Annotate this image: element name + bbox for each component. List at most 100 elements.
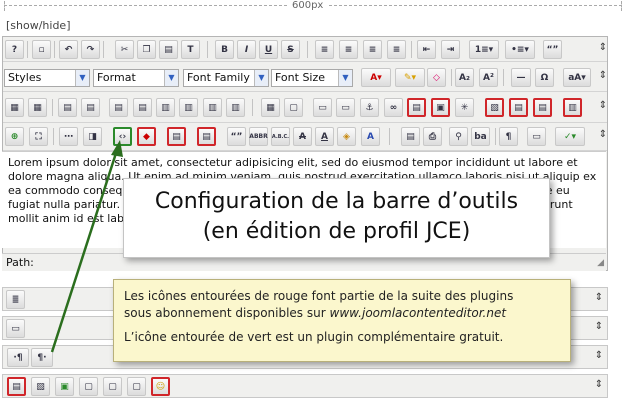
align-right-icon[interactable]: ≡	[387, 40, 406, 59]
delete-text-icon[interactable]: A	[293, 127, 312, 146]
image-manager-icon[interactable]: ▧	[485, 98, 504, 117]
row-after-icon[interactable]: ▤	[81, 98, 100, 117]
paste-icon[interactable]: ▤	[159, 40, 178, 59]
special-char-button[interactable]: Ω	[535, 68, 554, 87]
emoticons-icon[interactable]: ☺	[151, 377, 170, 396]
frame-icon[interactable]: ▢	[127, 377, 146, 396]
resize-grip-icon[interactable]: ◢	[597, 258, 604, 268]
template-manager-icon[interactable]: ▤	[509, 98, 528, 117]
replace-icon[interactable]: ba	[471, 127, 490, 146]
quote-mark-button[interactable]: “”	[227, 127, 246, 146]
form-plugin-icon[interactable]: ▤	[197, 127, 216, 146]
article-plugin-icon[interactable]: ▤	[7, 377, 26, 396]
insert-table-icon[interactable]: ▦	[261, 98, 280, 117]
shapes-plugin-icon[interactable]: ◆	[137, 127, 156, 146]
iframe-icon[interactable]: ▭	[336, 98, 355, 117]
justify-full-icon[interactable]: ≡	[315, 40, 334, 59]
spellcheck-icon[interactable]: ✓▾	[555, 127, 585, 146]
caption-icon[interactable]: ▤	[533, 98, 552, 117]
row-drag-handle[interactable]: ⇕	[597, 70, 609, 84]
clipboard-icon[interactable]: ▤	[401, 127, 420, 146]
styles-select[interactable]: Styles ▼	[4, 69, 90, 87]
new-document-icon[interactable]: ▫	[32, 40, 51, 59]
insert-row-icon[interactable]: ▤	[109, 98, 128, 117]
bullet-list-icon[interactable]: •≡▾	[505, 40, 535, 59]
file-manager-icon[interactable]: ▤	[407, 98, 426, 117]
find-icon[interactable]: ⚲	[449, 127, 468, 146]
bold-button[interactable]: B	[215, 40, 234, 59]
print-icon[interactable]: ⎙	[423, 127, 442, 146]
show-hide-link[interactable]: [show/hide]	[6, 19, 71, 32]
italic-button[interactable]: I	[237, 40, 256, 59]
numbered-list-icon[interactable]: 1≡▾	[469, 40, 499, 59]
col-before-icon[interactable]: ▥	[156, 98, 175, 117]
style-props-icon[interactable]: A	[361, 127, 380, 146]
cut-icon[interactable]: ✂	[115, 40, 134, 59]
insert-date-icon[interactable]: ⊕	[5, 127, 24, 146]
format-select[interactable]: Format ▼	[93, 69, 179, 87]
source-code-icon[interactable]: ‹›	[113, 127, 132, 146]
layer-icon[interactable]: ▢	[284, 98, 303, 117]
visual-aid-icon[interactable]: ⋯	[59, 127, 78, 146]
redo-icon[interactable]: ↷	[81, 40, 100, 59]
font-family-select[interactable]: Font Family ▼	[183, 69, 269, 87]
list-block-icon[interactable]: ≣	[6, 290, 25, 309]
indent-icon[interactable]: ⇥	[441, 40, 460, 59]
fieldset-icon[interactable]: ▭	[313, 98, 332, 117]
image-icon[interactable]: ▧	[31, 377, 50, 396]
fullscreen-icon[interactable]: ⛶	[29, 127, 48, 146]
strikethrough-button[interactable]: S	[281, 40, 300, 59]
row-drag-handle[interactable]: ⇕	[593, 350, 605, 364]
subscript-button[interactable]: A₂	[455, 68, 474, 87]
help-icon[interactable]: ?	[5, 40, 24, 59]
row-drag-handle[interactable]: ⇕	[593, 292, 605, 306]
row-drag-handle[interactable]: ⇕	[593, 379, 605, 393]
anchor-icon[interactable]: ⚓	[360, 98, 379, 117]
superscript-button[interactable]: A²	[479, 68, 498, 87]
row-drag-handle[interactable]: ⇕	[597, 100, 609, 114]
row-drag-handle[interactable]: ⇕	[597, 129, 609, 143]
eraser-icon[interactable]: ◇	[427, 68, 446, 87]
ltr-icon[interactable]: ·¶	[7, 348, 29, 367]
undo-icon[interactable]: ↶	[59, 40, 78, 59]
text-color-icon[interactable]: A▾	[361, 68, 391, 87]
row-drag-handle[interactable]: ⇕	[593, 321, 605, 335]
copy-icon[interactable]: ❐	[137, 40, 156, 59]
delete-table-icon[interactable]: ▦	[28, 98, 47, 117]
split-cells-icon[interactable]: ▥	[226, 98, 245, 117]
row-before-icon[interactable]: ▤	[58, 98, 77, 117]
blockquote-button[interactable]: “”	[543, 40, 562, 59]
non-breaking-icon[interactable]: ▭	[527, 127, 546, 146]
attributes-icon[interactable]: ◈	[337, 127, 356, 146]
paste-text-icon[interactable]: T	[181, 40, 200, 59]
delete-col-icon[interactable]: ▥	[203, 98, 222, 117]
highlight-color-icon[interactable]: ✎▾	[395, 68, 425, 87]
show-blocks-button[interactable]: ¶	[499, 127, 518, 146]
text-case-icon[interactable]: aA▾	[563, 68, 591, 87]
link-icon[interactable]: ∞	[384, 98, 403, 117]
layout-icon[interactable]: ▭	[6, 319, 25, 338]
delete-row-icon[interactable]: ▤	[133, 98, 152, 117]
outdent-icon[interactable]: ⇤	[417, 40, 436, 59]
box-alt-icon[interactable]: ▢	[103, 377, 122, 396]
media-manager-icon[interactable]: ▣	[431, 98, 450, 117]
edit-table-icon[interactable]: ▦	[5, 98, 24, 117]
document-plugin-icon[interactable]: ▤	[167, 127, 186, 146]
col-after-icon[interactable]: ▥	[179, 98, 198, 117]
acronym-button[interactable]: A.B.C.	[271, 127, 290, 146]
align-left-icon[interactable]: ≡	[339, 40, 358, 59]
preview-icon[interactable]: ◨	[83, 127, 102, 146]
ruler-label: 600px	[288, 0, 328, 11]
horizontal-rule-icon[interactable]: —	[511, 68, 531, 87]
video-icon[interactable]: ▥	[563, 98, 582, 117]
row-drag-handle[interactable]: ⇕	[597, 42, 609, 56]
add-image-icon[interactable]: ▣	[55, 377, 74, 396]
underline-button[interactable]: U	[259, 40, 278, 59]
unlink-icon[interactable]: ✳	[455, 98, 474, 117]
align-center-icon[interactable]: ≡	[363, 40, 382, 59]
font-size-select[interactable]: Font Size ▼	[271, 69, 353, 87]
insert-text-icon[interactable]: A	[315, 127, 334, 146]
abbr-button[interactable]: ABBR	[249, 127, 268, 146]
rtl-icon[interactable]: ¶·	[31, 348, 53, 367]
box-icon[interactable]: ▢	[79, 377, 98, 396]
